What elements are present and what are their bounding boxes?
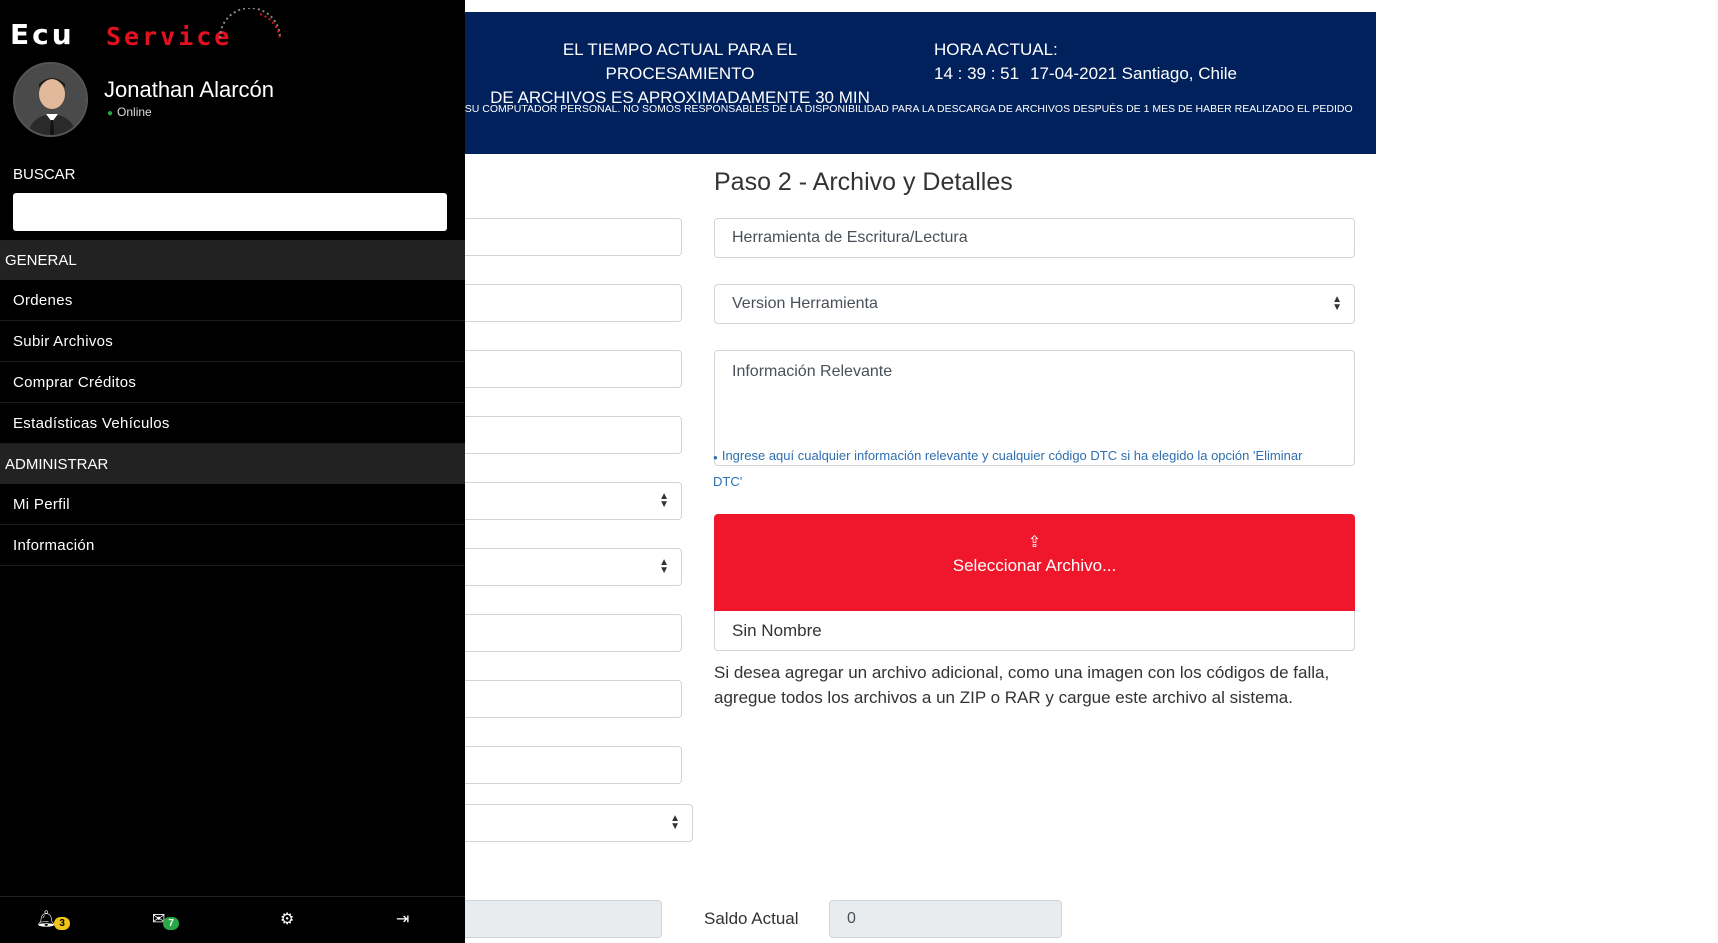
user-status-text: Online <box>117 105 152 119</box>
saldo-actual-field: 0 <box>829 900 1062 938</box>
sidebar-item-mi-perfil[interactable]: Mi Perfil <box>0 484 465 525</box>
saldo-actual-label: Saldo Actual <box>704 909 799 928</box>
select-arrows-icon: ▲ ▼ <box>659 491 669 510</box>
logout-button[interactable]: ⇥ <box>396 909 409 929</box>
sidebar-item-ordenes[interactable]: Ordenes <box>0 280 465 321</box>
herramienta-placeholder: Herramienta de Escritura/Lectura <box>732 229 968 246</box>
left-select-1[interactable]: ▲ ▼ <box>430 482 682 520</box>
info-hint: ● Ingrese aquí cualquier información rele… <box>713 444 1333 494</box>
select-file-label: Seleccionar Archivo... <box>952 556 1117 575</box>
processing-line-1: EL TIEMPO ACTUAL PARA EL PROCESAMIENTO <box>562 40 798 83</box>
select-arrows-icon: ▲ ▼ <box>670 813 680 832</box>
logout-icon: ⇥ <box>396 911 410 928</box>
sidebar: Ecu Service Jonathan Alarcón ● Online BUS… <box>0 0 465 943</box>
disclaimer-text: EN SU COMPUTADOR PERSONAL. NO SOMOS RESP… <box>447 103 1353 115</box>
select-arrows-icon: ▲ ▼ <box>659 557 669 576</box>
bell-icon: 🔔︎ <box>36 911 57 928</box>
left-field-6[interactable] <box>430 680 682 718</box>
avatar-image <box>15 64 86 135</box>
left-field-3[interactable] <box>430 350 682 388</box>
search-input[interactable] <box>13 193 447 231</box>
select-file-button[interactable]: ⇪ Seleccionar Archivo... <box>714 514 1355 611</box>
version-herramienta-select[interactable]: Version Herramienta ▲ ▼ <box>714 284 1355 324</box>
notifications-button[interactable]: 🔔︎ 3 <box>36 909 70 931</box>
section-general: GENERAL <box>0 240 465 280</box>
online-dot-icon: ● <box>107 108 114 119</box>
fecha-lugar: 17-04-2021 Santiago, Chile <box>1030 64 1237 83</box>
left-field-4[interactable] <box>430 416 682 454</box>
user-name: Jonathan Alarcón <box>104 77 275 102</box>
messages-badge: 7 <box>163 917 179 931</box>
messages-button[interactable]: ✉ 7 <box>152 909 179 931</box>
gear-icon: ⚙ <box>280 911 295 928</box>
saldo-actual-value: 0 <box>847 910 856 927</box>
left-select-3[interactable]: ▲ ▼ <box>430 804 693 842</box>
sidebar-item-subir-archivos[interactable]: Subir Archivos <box>0 321 465 362</box>
ecuservice-logo[interactable]: Ecu Service <box>10 8 290 52</box>
section-administrar: ADMINISTRAR <box>0 444 465 484</box>
info-banner: EL TIEMPO ACTUAL PARA EL PROCESAMIENTO D… <box>430 12 1376 154</box>
logo-ecu-text: Ecu <box>10 18 75 51</box>
settings-button[interactable]: ⚙ <box>280 909 294 929</box>
speedometer-icon <box>219 8 281 39</box>
sidebar-item-comprar-creditos[interactable]: Comprar Créditos <box>0 362 465 403</box>
user-avatar[interactable] <box>13 62 88 137</box>
left-field-5[interactable] <box>430 614 682 652</box>
info-placeholder: Información Relevante <box>732 363 893 380</box>
search-label: BUSCAR <box>13 166 76 183</box>
processing-time-text: EL TIEMPO ACTUAL PARA EL PROCESAMIENTO D… <box>490 38 870 110</box>
upload-icon: ⇪ <box>1027 534 1042 551</box>
herramienta-input[interactable]: Herramienta de Escritura/Lectura <box>714 218 1355 258</box>
hint-text: Ingrese aquí cualquier información relev… <box>713 448 1303 489</box>
left-field-1[interactable] <box>430 218 682 256</box>
file-name-display: Sin Nombre <box>714 611 1355 651</box>
notifications-badge: 3 <box>54 917 70 931</box>
version-selected-value: Version Herramienta <box>732 295 878 312</box>
sidebar-item-informacion[interactable]: Información <box>0 525 465 566</box>
left-field-7[interactable] <box>430 746 682 784</box>
hora-value: 14 : 39 : 51 <box>934 64 1020 83</box>
user-status: ● Online <box>107 105 152 119</box>
bullet-icon: ● <box>713 453 718 462</box>
select-arrows-icon: ▲ ▼ <box>1332 294 1342 313</box>
hora-label: HORA ACTUAL: <box>934 40 1058 59</box>
left-field-2[interactable] <box>430 284 682 322</box>
left-select-2[interactable]: ▲ ▼ <box>430 548 682 586</box>
additional-file-help: Si desea agregar un archivo adicional, c… <box>714 663 1330 707</box>
sidebar-bottom-bar: 🔔︎ 3 ✉ 7 ⚙ ⇥ <box>0 896 465 943</box>
step-2-title: Paso 2 - Archivo y Detalles <box>714 168 1013 196</box>
sidebar-item-estadisticas-vehiculos[interactable]: Estadísticas Vehículos <box>0 403 465 444</box>
